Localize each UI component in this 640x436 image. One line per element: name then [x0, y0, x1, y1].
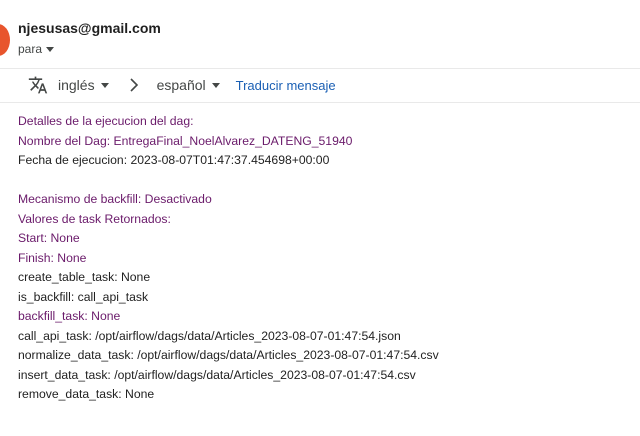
backfill-line: Mecanismo de backfill: Desactivado [18, 192, 212, 206]
target-language-dropdown[interactable]: español [157, 77, 220, 93]
caret-down-icon [211, 82, 220, 88]
task-line: Start: None [18, 231, 80, 245]
task-line: insert_data_task: /opt/airflow/dags/data… [18, 367, 416, 382]
chevron-right-icon [130, 78, 138, 92]
translate-bar: inglés español Traducir mensaje [28, 74, 336, 96]
source-language-dropdown[interactable]: inglés [58, 77, 109, 93]
task-line: is_backfill: call_api_task [18, 289, 149, 304]
header-divider [0, 68, 640, 69]
execution-date-line: Fecha de ejecucion: 2023-08-07T01:47:37.… [18, 153, 330, 167]
dag-name-line: Nombre del Dag: EntregaFinal_NoelAlvarez… [18, 133, 353, 148]
details-heading: Detalles de la ejecucion del dag: [18, 114, 194, 128]
task-line: remove_data_task: None [18, 387, 155, 401]
recipient-dropdown[interactable]: para [18, 42, 55, 56]
task-line: Finish: None [18, 250, 87, 265]
target-language-label: español [156, 77, 206, 93]
message-body: Detalles de la ejecucion del dag: Nombre… [18, 112, 439, 405]
translate-icon [28, 76, 48, 94]
task-line: call_api_task: /opt/airflow/dags/data/Ar… [18, 328, 401, 343]
translate-message-link[interactable]: Traducir mensaje [236, 78, 336, 93]
caret-down-icon [100, 82, 109, 88]
task-line: backfill_task: None [18, 309, 121, 323]
sender-email[interactable]: njesusas@gmail.com [18, 20, 161, 36]
caret-down-icon [46, 46, 55, 52]
task-line: normalize_data_task: /opt/airflow/dags/d… [18, 348, 439, 362]
tasks-heading: Valores de task Retornados: [18, 211, 171, 226]
source-language-label: inglés [58, 77, 95, 93]
translate-divider [0, 102, 640, 103]
recipient-label: para [18, 42, 43, 56]
task-line: create_table_task: None [18, 270, 151, 284]
sender-avatar[interactable] [0, 24, 10, 56]
